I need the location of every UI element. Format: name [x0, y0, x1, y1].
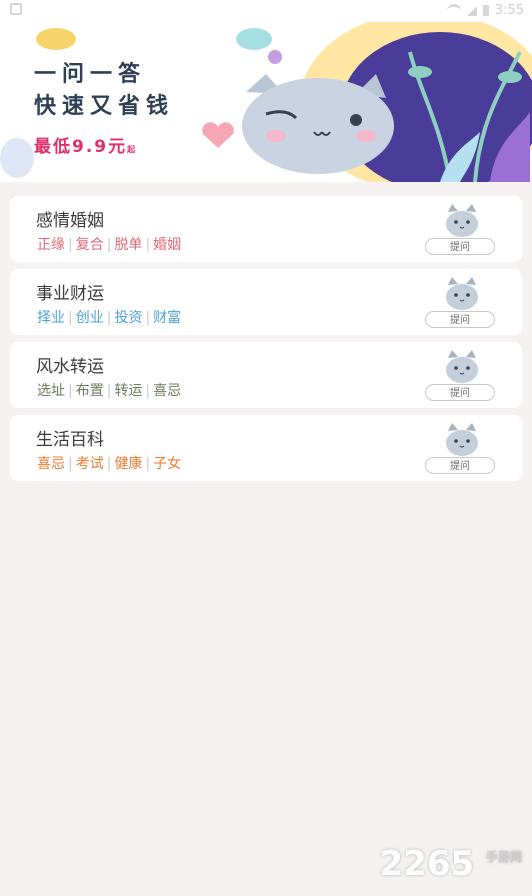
category-tag[interactable]: 转运: [114, 380, 142, 400]
category-tag[interactable]: 选址: [37, 380, 65, 400]
decor-blob: [268, 50, 282, 64]
tag-separator: |: [145, 237, 151, 253]
category-card[interactable]: 生活百科 喜忌 | 考试 | 健康 | 子女 提问: [10, 415, 522, 481]
status-bar: 3:55: [0, 0, 532, 22]
category-list: 感情婚姻 正缘 | 复合 | 脱单 | 婚姻 提问 事业财运 择业 | 创业 | 投资 | 财富 提问 风水转运 选址…: [10, 196, 522, 488]
category-tag[interactable]: 考试: [76, 453, 104, 473]
category-tag[interactable]: 喜忌: [37, 453, 65, 473]
tag-separator: |: [145, 310, 151, 326]
price-text: 最低9.9元: [34, 137, 128, 157]
ask-button[interactable]: 提问: [425, 238, 495, 255]
heart-icon: [202, 122, 234, 148]
category-tags: 喜忌 | 考试 | 健康 | 子女: [37, 453, 181, 473]
category-tag[interactable]: 投资: [114, 307, 142, 327]
banner-headline: 一问一答: [34, 61, 147, 87]
category-card[interactable]: 事业财运 择业 | 创业 | 投资 | 财富 提问: [10, 269, 522, 335]
category-tag[interactable]: 健康: [114, 453, 142, 473]
tag-separator: |: [106, 456, 112, 472]
category-title: 感情婚姻: [36, 211, 104, 231]
category-tag[interactable]: 布置: [76, 380, 104, 400]
category-title: 生活百科: [36, 430, 104, 450]
price-suffix: 起: [127, 145, 136, 154]
category-tag[interactable]: 财富: [153, 307, 181, 327]
watermark-label: 手游网: [485, 850, 522, 864]
banner-price: 最低9.9元起: [34, 132, 135, 157]
status-icons: 3:55: [446, 3, 524, 18]
cat-icon: [438, 202, 486, 240]
category-tags: 选址 | 布置 | 转运 | 喜忌: [37, 380, 181, 400]
status-time: 3:55: [494, 3, 524, 18]
category-tag[interactable]: 喜忌: [153, 380, 181, 400]
category-title: 事业财运: [36, 284, 104, 304]
notification-icon: [10, 3, 22, 15]
category-tag[interactable]: 脱单: [114, 234, 142, 254]
category-tag[interactable]: 复合: [76, 234, 104, 254]
tag-separator: |: [106, 310, 112, 326]
category-tags: 正缘 | 复合 | 脱单 | 婚姻: [37, 234, 181, 254]
ask-button[interactable]: 提问: [425, 384, 495, 401]
decor-blob: [236, 28, 272, 50]
ask-button[interactable]: 提问: [425, 457, 495, 474]
category-tag[interactable]: 婚姻: [153, 234, 181, 254]
ask-button[interactable]: 提问: [425, 311, 495, 328]
tag-separator: |: [68, 383, 73, 399]
cat-icon: [438, 275, 486, 313]
decor-blob: [0, 138, 34, 178]
cat-icon: [438, 421, 486, 459]
signal-icon: [466, 5, 477, 16]
tag-separator: |: [68, 310, 73, 326]
tag-separator: |: [106, 383, 112, 399]
wifi-icon: [446, 4, 461, 17]
cat-icon: [438, 348, 486, 386]
site-watermark: 2265 手游网: [380, 844, 523, 884]
category-card[interactable]: 感情婚姻 正缘 | 复合 | 脱单 | 婚姻 提问: [10, 196, 522, 262]
tag-separator: |: [145, 383, 151, 399]
battery-icon: [482, 5, 489, 16]
category-tag[interactable]: 创业: [76, 307, 104, 327]
category-tags: 择业 | 创业 | 投资 | 财富: [37, 307, 181, 327]
tag-separator: |: [106, 237, 112, 253]
decor-blob: [36, 28, 76, 50]
category-tag[interactable]: 正缘: [37, 234, 65, 254]
category-tag[interactable]: 子女: [153, 453, 181, 473]
category-card[interactable]: 风水转运 选址 | 布置 | 转运 | 喜忌 提问: [10, 342, 522, 408]
watermark-number: 2265: [379, 844, 475, 884]
category-title: 风水转运: [36, 357, 104, 377]
tag-separator: |: [68, 456, 73, 472]
cat-mascot-icon: [242, 74, 394, 174]
tag-separator: |: [68, 237, 73, 253]
promo-banner[interactable]: 一问一答 快速又省钱 最低9.9元起: [0, 22, 532, 182]
category-tag[interactable]: 择业: [37, 307, 65, 327]
tag-separator: |: [145, 456, 151, 472]
banner-subheadline: 快速又省钱: [34, 93, 175, 119]
